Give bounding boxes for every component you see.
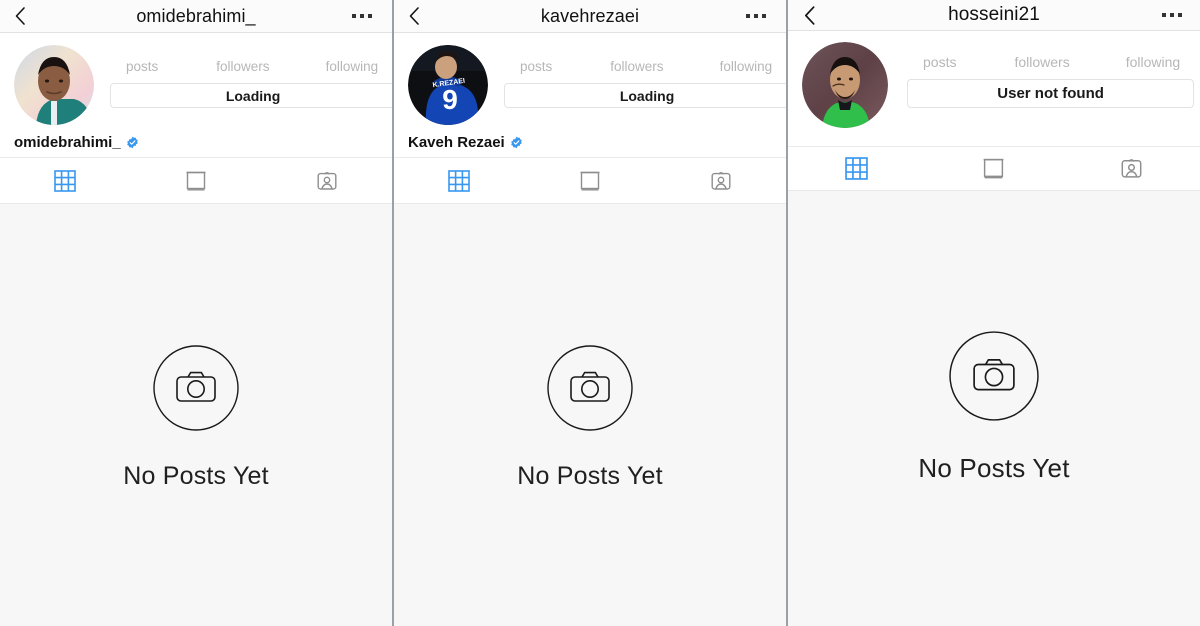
avatar[interactable] bbox=[802, 42, 888, 128]
profile-panel-1: omidebrahimi_ posts followers following … bbox=[0, 0, 392, 626]
panel-2-profile-block: K.REZAEI 9 posts followers following Loa… bbox=[394, 33, 786, 158]
panel-2-tabs bbox=[394, 158, 786, 204]
tab-board[interactable] bbox=[131, 170, 262, 192]
display-name: Kaveh Rezaei bbox=[408, 134, 505, 151]
panel-1-empty-feed: No Posts Yet bbox=[0, 204, 392, 626]
back-chevron-icon[interactable] bbox=[406, 7, 422, 25]
tab-tagged[interactable] bbox=[1063, 157, 1200, 180]
back-chevron-icon[interactable] bbox=[12, 7, 28, 25]
panel-2-stats: posts followers following bbox=[504, 59, 786, 74]
profile-action-button[interactable]: Loading bbox=[504, 83, 786, 108]
svg-text:9: 9 bbox=[442, 84, 458, 115]
stat-following[interactable]: following bbox=[326, 59, 379, 74]
panel-2-header: kavehrezaei bbox=[394, 0, 786, 33]
panel-3-tabs bbox=[788, 147, 1200, 191]
panel-3-stats: posts followers following bbox=[907, 54, 1194, 70]
empty-feed-label: No Posts Yet bbox=[517, 462, 663, 490]
back-chevron-icon[interactable] bbox=[801, 5, 817, 25]
avatar[interactable]: K.REZAEI 9 bbox=[408, 45, 488, 125]
panel-3-empty-feed: No Posts Yet bbox=[788, 191, 1200, 626]
multi-profile-comparison: omidebrahimi_ posts followers following … bbox=[0, 0, 1200, 626]
panel-3-profile-right: posts followers following User not found bbox=[907, 42, 1195, 108]
panel-1-title: omidebrahimi_ bbox=[136, 5, 256, 26]
panel-2-empty-feed: No Posts Yet bbox=[394, 204, 786, 626]
panel-1-profile-block: posts followers following Loading omideb… bbox=[0, 33, 392, 158]
empty-feed-label: No Posts Yet bbox=[918, 453, 1070, 483]
camera-outline-icon bbox=[547, 345, 633, 436]
tab-grid[interactable] bbox=[788, 157, 925, 180]
avatar[interactable] bbox=[14, 45, 94, 125]
panel-2-title: kavehrezaei bbox=[540, 5, 640, 26]
panel-1-stats: posts followers following bbox=[110, 59, 392, 74]
display-name: omidebrahimi_ bbox=[14, 134, 121, 151]
stat-followers[interactable]: followers bbox=[216, 59, 269, 74]
stat-following[interactable]: following bbox=[720, 59, 773, 74]
tab-tagged[interactable] bbox=[655, 170, 786, 192]
stat-posts[interactable]: posts bbox=[520, 59, 552, 74]
more-options-icon[interactable] bbox=[352, 14, 372, 18]
tab-tagged[interactable] bbox=[261, 170, 392, 192]
panel-2-display-name-row: Kaveh Rezaei bbox=[408, 134, 772, 151]
panel-3-profile-block: posts followers following User not found bbox=[788, 31, 1200, 147]
camera-outline-icon bbox=[153, 345, 239, 436]
profile-panel-3: hosseini21 posts followers following Use… bbox=[786, 0, 1200, 626]
panel-3-header: hosseini21 bbox=[788, 0, 1200, 31]
stat-followers[interactable]: followers bbox=[1014, 54, 1069, 70]
stat-following[interactable]: following bbox=[1126, 54, 1180, 70]
panel-1-header: omidebrahimi_ bbox=[0, 0, 392, 33]
more-options-icon[interactable] bbox=[746, 14, 766, 18]
camera-outline-icon bbox=[949, 331, 1039, 426]
stat-followers[interactable]: followers bbox=[610, 59, 663, 74]
tab-board[interactable] bbox=[925, 157, 1062, 180]
panel-3-title: hosseini21 bbox=[948, 4, 1040, 25]
tab-board[interactable] bbox=[525, 170, 656, 192]
tab-grid[interactable] bbox=[0, 169, 131, 192]
panel-1-tabs bbox=[0, 158, 392, 204]
profile-action-button[interactable]: User not found bbox=[907, 79, 1195, 108]
profile-action-button[interactable]: Loading bbox=[110, 83, 392, 108]
stat-posts[interactable]: posts bbox=[126, 59, 158, 74]
empty-feed-label: No Posts Yet bbox=[123, 462, 269, 490]
profile-panel-2: kavehrezaei K.REZAEI 9 posts followers f… bbox=[392, 0, 786, 626]
panel-2-profile-right: posts followers following Loading bbox=[504, 45, 786, 108]
more-options-icon[interactable] bbox=[1162, 13, 1182, 17]
stat-posts[interactable]: posts bbox=[923, 54, 956, 70]
panel-1-profile-right: posts followers following Loading bbox=[110, 45, 392, 108]
panel-1-display-name-row: omidebrahimi_ bbox=[14, 134, 378, 151]
verified-badge-icon bbox=[126, 136, 139, 149]
tab-grid[interactable] bbox=[394, 169, 525, 192]
verified-badge-icon bbox=[510, 136, 523, 149]
